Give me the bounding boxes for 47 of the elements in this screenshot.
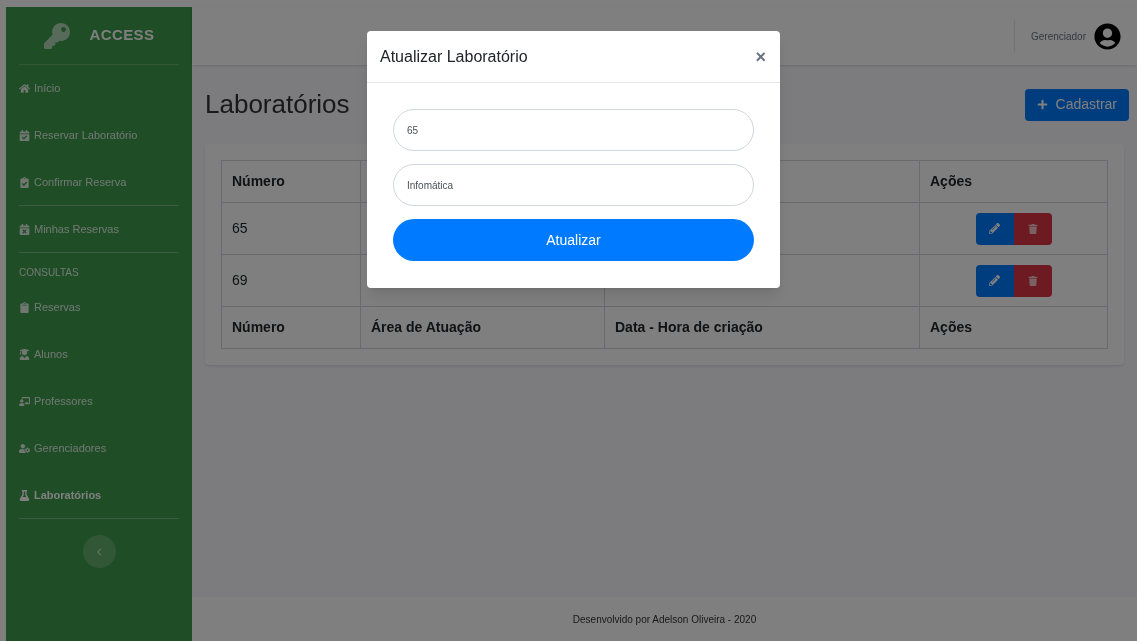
column-header: Ações <box>930 173 973 189</box>
close-button[interactable]: × <box>755 47 766 66</box>
home-icon <box>19 82 30 94</box>
flask-icon <box>19 489 30 501</box>
avatar-icon[interactable] <box>1094 22 1121 50</box>
clipboard-icon <box>19 301 30 313</box>
modal-title: Atualizar Laboratório <box>380 46 528 67</box>
trash-icon <box>1027 223 1038 234</box>
edit-button[interactable] <box>975 212 1014 245</box>
calendar-check-icon <box>19 129 30 141</box>
page-title: Laboratórios <box>205 88 350 121</box>
clipboard-check-icon <box>19 176 30 188</box>
delete-button[interactable] <box>1013 212 1052 245</box>
add-button[interactable]: Cadastrar <box>1024 88 1129 121</box>
delete-button[interactable] <box>1013 264 1052 297</box>
submit-button[interactable]: Atualizar <box>393 219 754 261</box>
graduate-icon <box>19 348 30 360</box>
column-header: Número <box>232 173 285 189</box>
sidebar-item[interactable]: Laboratórios <box>19 472 179 519</box>
calendar-icon <box>19 223 30 235</box>
column-footer: Ações <box>930 319 973 335</box>
footer-text: Desenvolvido por Adelson Oliveira - 2020 <box>572 612 757 627</box>
sidebar-item[interactable]: Início <box>19 65 179 112</box>
sidebar-item[interactable]: Gerenciadores <box>19 425 179 472</box>
pencil-icon <box>989 275 1000 286</box>
sidebar-item[interactable]: Reservar Laboratório <box>19 112 179 159</box>
user-gear-icon <box>19 442 30 454</box>
sidebar-item[interactable]: Reservas <box>19 284 179 331</box>
brand-title: ACCESS <box>89 25 155 46</box>
sidebar-item[interactable]: Professores <box>19 378 179 425</box>
edit-button[interactable] <box>975 264 1014 297</box>
table-cell: 69 <box>232 272 248 288</box>
teacher-board-icon <box>19 395 30 407</box>
section-heading: CONSULTAS <box>19 266 80 280</box>
pencil-icon <box>989 223 1000 234</box>
sidebar-item[interactable]: Minhas Reservas <box>19 206 179 253</box>
sidebar-item[interactable]: Confirmar Reserva <box>19 159 179 206</box>
input-field[interactable]: 65 <box>393 109 754 151</box>
column-footer: Número <box>232 319 285 335</box>
column-footer: Área de Atuação <box>371 319 481 335</box>
input-field[interactable]: Infomática <box>393 164 754 206</box>
sidebar-item[interactable]: Alunos <box>19 331 179 378</box>
column-footer: Data - Hora de criação <box>615 319 763 335</box>
table-cell: 65 <box>232 220 248 236</box>
trash-icon <box>1027 275 1038 286</box>
plus-icon <box>1036 99 1048 110</box>
user-name: Gerenciador <box>1030 29 1086 44</box>
